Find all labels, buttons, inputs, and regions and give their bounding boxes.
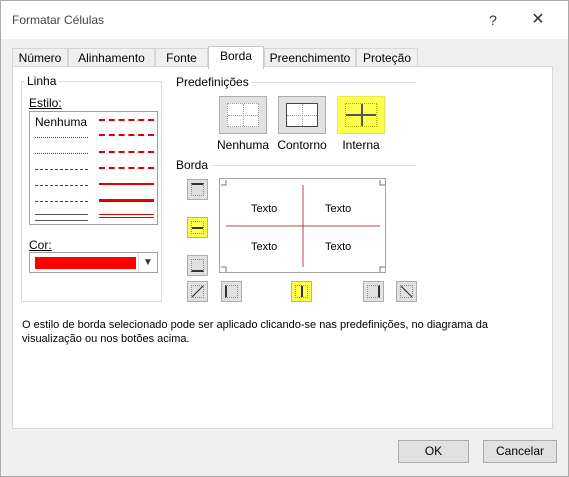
border-left-icon — [225, 285, 238, 298]
color-label: Cor: — [29, 238, 52, 252]
line-style-dashed[interactable] — [35, 201, 88, 202]
border-preview[interactable]: Texto Texto Texto Texto — [219, 178, 386, 273]
tab-preenchimento[interactable]: Preenchimento — [264, 48, 356, 68]
line-group-title: Linha — [24, 74, 60, 88]
format-cells-dialog: Formatar Células ? ✕ Número Alinhamento … — [0, 0, 569, 477]
border-top-button[interactable] — [187, 179, 208, 200]
border-inside-vertical-button[interactable] — [291, 281, 312, 302]
chevron-down-icon[interactable]: ▼ — [138, 253, 157, 272]
line-style-dash-dot[interactable] — [35, 185, 88, 186]
border-bottom-icon — [191, 259, 204, 272]
line-style-slant-dash-dot[interactable] — [99, 134, 154, 136]
ok-button[interactable]: OK — [398, 440, 469, 463]
close-button[interactable]: ✕ — [525, 7, 551, 33]
border-separator — [212, 165, 416, 166]
diagonal-up-icon — [191, 285, 204, 298]
preset-inside-label: Interna — [342, 138, 380, 152]
preset-none-icon — [227, 103, 259, 127]
diagonal-down-icon — [400, 285, 413, 298]
line-style-double[interactable] — [99, 214, 154, 218]
color-swatch — [35, 257, 136, 269]
tab-alinhamento[interactable]: Alinhamento — [68, 48, 155, 68]
tab-numero[interactable]: Número — [12, 48, 68, 68]
color-select[interactable]: ▼ — [29, 252, 158, 273]
border-top-icon — [191, 183, 204, 196]
line-style-dotted[interactable] — [35, 153, 88, 154]
preview-text-bottom-left: Texto — [251, 241, 278, 253]
style-label: Estilo: — [29, 96, 62, 110]
preset-none-button[interactable] — [219, 96, 267, 134]
description-text: O estilo de borda selecionado pode ser a… — [22, 319, 488, 345]
preset-inside-button[interactable] — [337, 96, 385, 134]
presets-title: Predefinições — [176, 75, 249, 89]
border-bottom-button[interactable] — [187, 255, 208, 276]
preset-inside-icon — [345, 103, 377, 127]
style-none-option[interactable]: Nenhuma — [35, 115, 87, 129]
border-diagonal-up-button[interactable] — [187, 281, 208, 302]
preview-text-top-left: Texto — [251, 203, 278, 215]
border-left-button[interactable] — [221, 281, 242, 302]
preview-text-bottom-right: Texto — [325, 241, 352, 253]
tab-fonte[interactable]: Fonte — [155, 48, 208, 68]
border-right-button[interactable] — [363, 281, 384, 302]
tab-borda[interactable]: Borda — [208, 46, 264, 69]
help-button[interactable]: ? — [481, 7, 505, 33]
line-style-thick[interactable] — [99, 199, 154, 202]
border-inside-horizontal-icon — [191, 221, 204, 234]
preset-outline-button[interactable] — [278, 96, 326, 134]
line-style-medium-dashed[interactable] — [99, 167, 154, 169]
border-right-icon — [367, 285, 380, 298]
line-style-medium[interactable] — [99, 183, 154, 185]
cancel-button[interactable]: Cancelar — [483, 440, 557, 463]
line-style-dash-dot-dot[interactable] — [35, 169, 88, 170]
preview-guides — [221, 180, 385, 272]
border-diagonal-down-button[interactable] — [396, 281, 417, 302]
line-style-list[interactable]: Nenhuma — [29, 111, 158, 225]
dialog-title: Formatar Células — [12, 13, 105, 27]
presets-separator — [251, 82, 416, 83]
tab-protecao[interactable]: Proteção — [356, 48, 418, 68]
line-style-medium-dash-dot[interactable] — [99, 151, 154, 153]
line-style-hairline[interactable] — [35, 137, 88, 138]
preview-text-top-right: Texto — [325, 203, 352, 215]
border-title: Borda — [176, 158, 209, 172]
line-style-thin[interactable] — [35, 214, 88, 221]
line-style-medium-dash-dot-dot[interactable] — [99, 119, 154, 121]
title-bar: Formatar Células ? ✕ — [1, 1, 568, 39]
border-inside-vertical-icon — [295, 285, 308, 298]
preset-outline-icon — [286, 103, 318, 127]
border-inside-horizontal-button[interactable] — [187, 217, 208, 238]
